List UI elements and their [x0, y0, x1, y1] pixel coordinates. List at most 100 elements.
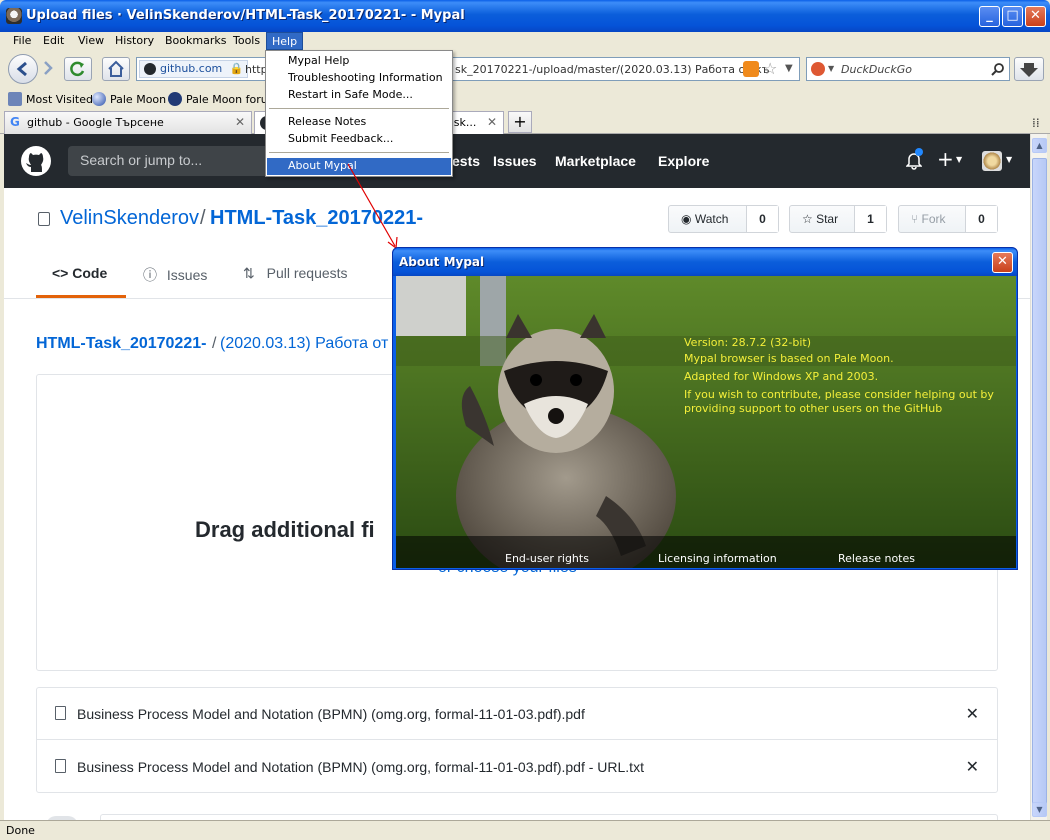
fork-icon: ⑂ — [911, 212, 922, 226]
url-bar[interactable]: github.com 🔒 https sk_20170221-/upload/m… — [136, 57, 800, 81]
list-item: Business Process Model and Notation (BPM… — [37, 741, 997, 793]
all-tabs-icon[interactable]: ⁞⁞ — [1032, 116, 1040, 130]
github-logo-icon[interactable] — [20, 145, 52, 177]
minimize-button[interactable]: _ — [979, 6, 1000, 27]
issue-icon: ⓘ — [143, 267, 161, 283]
breadcrumb-repo[interactable]: HTML-Task_20170221- — [36, 335, 206, 353]
menuitem-restart-safe-mode[interactable]: Restart in Safe Mode... — [267, 87, 451, 104]
fork-count[interactable]: 0 — [965, 206, 997, 232]
star-label: ☆ Star — [802, 206, 838, 232]
dialog-titlebar[interactable]: About Mypal ✕ — [393, 248, 1017, 276]
nav-issues[interactable]: Issues — [493, 153, 537, 169]
rss-feed-icon[interactable] — [743, 61, 759, 77]
about-contribute-line-1: If you wish to contribute, please consid… — [684, 388, 994, 401]
scroll-up-arrow-icon[interactable]: ▲ — [1032, 138, 1047, 153]
eye-icon: ◉ — [681, 212, 695, 226]
star-button[interactable]: ☆ Star 1 — [789, 205, 887, 233]
create-dropdown-icon[interactable]: ▼ — [956, 155, 962, 164]
downloads-button[interactable] — [1014, 57, 1044, 81]
file-icon — [55, 706, 66, 720]
menu-help[interactable]: Help — [266, 32, 304, 50]
watch-text: Watch — [694, 212, 729, 226]
maximize-button[interactable]: □ — [1002, 6, 1023, 27]
pale-moon-icon — [92, 92, 106, 106]
scroll-down-arrow-icon[interactable]: ▼ — [1032, 802, 1047, 817]
back-button[interactable] — [8, 54, 38, 84]
site-identity[interactable]: github.com 🔒 — [139, 60, 249, 78]
nav-explore[interactable]: Explore — [658, 153, 709, 169]
menuitem-troubleshooting[interactable]: Troubleshooting Information — [267, 70, 451, 87]
bookmark-pale-moon[interactable]: Pale Moon — [90, 91, 166, 109]
user-avatar[interactable] — [982, 151, 1002, 171]
tab-code[interactable]: <> Code — [52, 265, 107, 281]
avatar-dropdown-icon[interactable]: ▼ — [1006, 155, 1012, 164]
breadcrumb-separator: / — [212, 335, 217, 352]
status-bar: Done — [0, 820, 1050, 840]
reload-button[interactable] — [64, 57, 92, 81]
link-end-user-rights[interactable]: End-user rights — [505, 552, 589, 565]
menuitem-mypal-help[interactable]: Mypal Help — [267, 53, 451, 70]
menuitem-release-notes[interactable]: Release Notes — [267, 114, 451, 131]
forward-arrow-icon[interactable] — [40, 60, 56, 76]
home-icon — [108, 60, 124, 77]
tab-google-search[interactable]: G github - Google Търсене ✕ — [4, 111, 252, 134]
menu-view[interactable]: View — [73, 32, 109, 50]
tab-label: github - Google Търсене — [27, 116, 164, 129]
nav-marketplace[interactable]: Marketplace — [555, 153, 636, 169]
bookmark-label: Most Visited — [26, 93, 93, 106]
status-text: Done — [6, 824, 35, 837]
tab-close-icon[interactable]: ✕ — [235, 115, 245, 129]
watch-count[interactable]: 0 — [746, 206, 778, 232]
tab-pull-requests[interactable]: ⇅ Pull requests — [243, 265, 348, 282]
page-scrollbar[interactable]: ▲ ▼ — [1030, 134, 1047, 820]
breadcrumb-path[interactable]: (2020.03.13) Работа от — [220, 335, 388, 353]
bookmark-star-icon[interactable]: ☆ — [763, 59, 777, 78]
search-bar[interactable]: ▼ DuckDuckGo — [806, 57, 1010, 81]
url-dropdown-icon[interactable]: ▼ — [785, 63, 793, 74]
close-button[interactable]: ✕ — [1025, 6, 1046, 27]
star-text: Star — [816, 212, 839, 226]
menuitem-submit-feedback[interactable]: Submit Feedback... — [267, 131, 451, 148]
nav-pull-requests[interactable]: ests — [452, 153, 480, 169]
remove-file-icon[interactable]: ✕ — [966, 757, 979, 777]
search-placeholder: DuckDuckGo — [841, 63, 912, 76]
file-name: Business Process Model and Notation (BPM… — [77, 759, 644, 775]
dialog-title: About Mypal — [399, 255, 485, 269]
watch-button[interactable]: ◉ Watch 0 — [668, 205, 779, 233]
duckduckgo-icon[interactable] — [811, 62, 825, 76]
star-count[interactable]: 1 — [854, 206, 886, 232]
bookmark-most-visited[interactable]: Most Visited — [6, 91, 93, 109]
menu-edit[interactable]: Edit — [38, 32, 69, 50]
about-adapted-for: Adapted for Windows XP and 2003. — [684, 370, 879, 383]
raccoon-photo — [396, 276, 1016, 568]
bookmarks-toolbar: Most Visited Pale Moon Pale Moon forum — [4, 88, 1046, 110]
fork-label: ⑂ Fork — [911, 206, 946, 232]
menu-history[interactable]: History — [110, 32, 159, 50]
about-background-image: Version: 28.7.2 (32-bit) Mypal browser i… — [396, 276, 1016, 568]
notifications-bell-icon[interactable] — [905, 148, 923, 170]
link-release-notes[interactable]: Release notes — [838, 552, 915, 565]
menu-file[interactable]: File — [8, 32, 36, 50]
fork-button[interactable]: ⑂ Fork 0 — [898, 205, 998, 233]
notification-dot — [915, 148, 923, 156]
menu-bookmarks[interactable]: Bookmarks — [160, 32, 231, 50]
link-licensing-information[interactable]: Licensing information — [658, 552, 777, 565]
repo-owner-link[interactable]: VelinSkenderov — [60, 207, 199, 230]
create-new-plus-icon[interactable]: + — [937, 147, 954, 171]
scrollbar-thumb[interactable] — [1032, 158, 1047, 812]
home-button[interactable] — [102, 57, 130, 81]
tab-code-label: Code — [72, 265, 108, 281]
tab-issues[interactable]: ⓘ Issues — [143, 265, 207, 285]
window-titlebar[interactable]: Upload files · VelinSkenderov/HTML-Task_… — [0, 0, 1050, 32]
dialog-close-button[interactable]: ✕ — [992, 252, 1013, 273]
window-title: Upload files · VelinSkenderov/HTML-Task_… — [26, 8, 465, 23]
annotation-arrow-icon — [347, 163, 398, 250]
search-icon[interactable] — [991, 62, 1005, 76]
menu-tools[interactable]: Tools — [228, 32, 265, 50]
new-tab-button[interactable]: + — [508, 111, 532, 133]
tab-close-icon[interactable]: ✕ — [487, 115, 497, 129]
engine-dropdown-icon[interactable]: ▼ — [828, 64, 834, 73]
bookmark-pale-moon-forum[interactable]: Pale Moon forum — [166, 91, 278, 109]
remove-file-icon[interactable]: ✕ — [966, 704, 979, 724]
uploaded-files-list: Business Process Model and Notation (BPM… — [36, 687, 998, 793]
